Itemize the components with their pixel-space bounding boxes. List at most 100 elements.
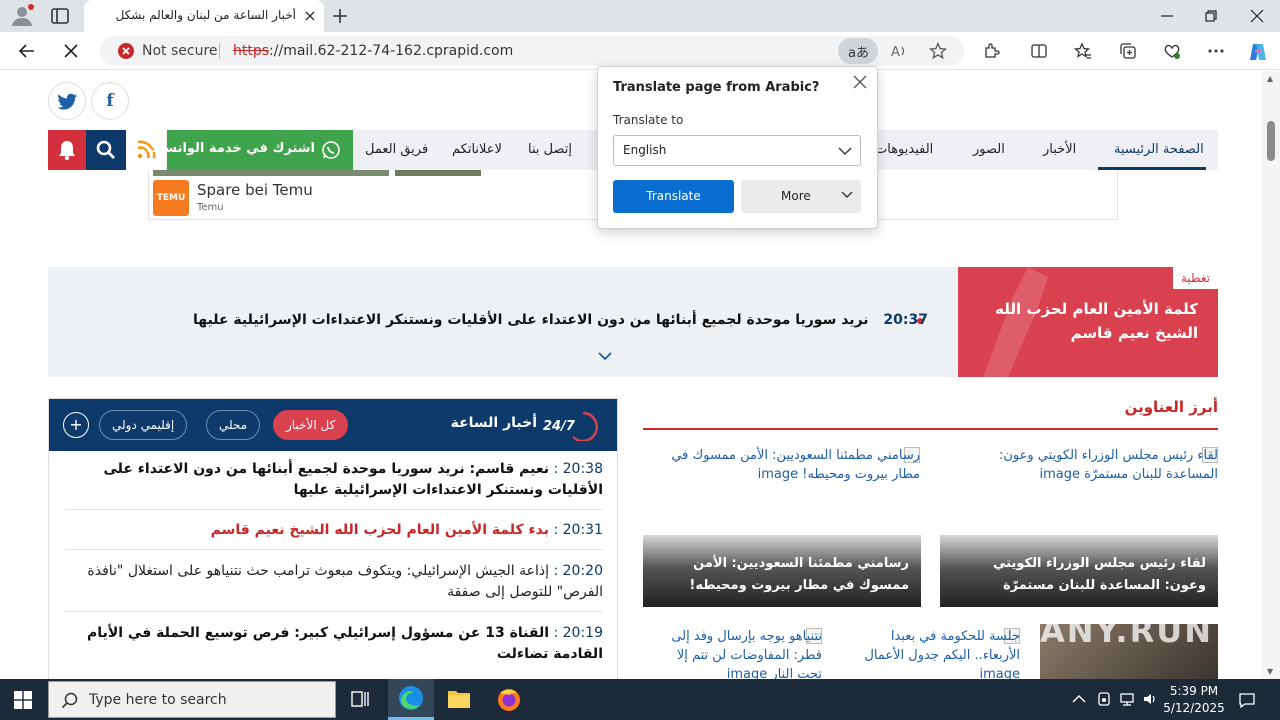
filter-regional-international[interactable]: إقليمي دولي [99, 410, 188, 440]
firefox-taskbar-button[interactable] [486, 679, 532, 720]
close-icon[interactable] [853, 75, 867, 89]
clock-time: 5:39 PM [1169, 684, 1219, 698]
edge-taskbar-button[interactable] [388, 679, 434, 720]
active-tab[interactable]: أخبار الساعة من لبنان والعالم بشكل [84, 0, 324, 32]
filter-local[interactable]: محلي [206, 410, 261, 440]
headline-image-alt[interactable]: نتنياهو يوجه بإرسال وفد إلى قطر: المفاوض… [650, 627, 822, 679]
firefox-icon [498, 689, 520, 711]
new-tab-icon[interactable] [332, 8, 348, 24]
tray-device-icon[interactable] [1096, 691, 1112, 707]
extensions-icon[interactable] [982, 42, 1000, 60]
translate-to-label: Translate to [613, 113, 684, 127]
svg-text:24/7: 24/7 [543, 419, 576, 434]
headline-image-alt[interactable]: جلسة للحكومة في بعبدا الأربعاء.. اليكم ج… [850, 627, 1020, 679]
favorites-icon[interactable] [1074, 42, 1092, 60]
restore-icon[interactable] [1204, 9, 1218, 23]
ticker-text: نريد سوريا موحدة لجميع أبنائها من دون ال… [193, 312, 869, 328]
read-aloud-icon[interactable]: A [890, 42, 908, 60]
live-news-item[interactable]: 20:20 : إذاعة الجيش الإسرائيلي: ويتكوف م… [65, 561, 603, 612]
minimize-icon[interactable] [1160, 9, 1174, 23]
windows-start-icon[interactable] [14, 691, 32, 709]
coverage-banner[interactable]: تغطية كلمة الأمين العام لحزب الله الشيخ … [958, 267, 1218, 377]
coverage-tag: تغطية [1172, 267, 1218, 289]
nav-photos[interactable]: الصور [973, 142, 1005, 157]
url-text[interactable]: https://mail.62-212-74-162.cprapid.com [233, 43, 513, 59]
profile-badge [28, 4, 34, 10]
notifications-button[interactable] [48, 130, 86, 170]
news-time: 20:38 [562, 461, 603, 477]
live-news-item[interactable]: 20:19 : القناة 13 عن مسؤول إسرائيلي كبير… [65, 623, 603, 673]
tab-title: أخبار الساعة من لبنان والعالم بشكل [115, 8, 296, 22]
language-select[interactable]: English [613, 135, 861, 166]
page-scrollbar[interactable]: ▲ ▼ [1262, 71, 1280, 679]
headline-card-title: رسامني مطمئنا السعوديين: الأمن ممسوك في … [689, 556, 909, 593]
chevron-down-icon [841, 191, 853, 198]
news-text: نعيم قاسم: نريد سوريا موحدة لجميع أبنائه… [103, 461, 603, 498]
browser-essentials-icon[interactable] [1163, 42, 1181, 60]
svg-text:A: A [891, 45, 900, 60]
facebook-button[interactable]: f [91, 82, 129, 120]
nav-home[interactable]: الصفحة الرئيسية [1114, 142, 1204, 157]
system-clock[interactable]: 5:39 PM 5/12/2025 [1156, 683, 1232, 717]
whatsapp-label: اشترك في خدمة الواتساب [146, 141, 315, 156]
live-news-item[interactable]: 20:31 : بدء كلمة الأمين العام لحزب الله … [65, 520, 603, 550]
top-headlines-title: أبرز العناوين [1124, 398, 1218, 416]
taskbar-search-box[interactable]: Type here to search [48, 681, 336, 718]
search-button[interactable] [86, 130, 126, 170]
translate-glyph: aあ [848, 46, 869, 61]
translate-button[interactable]: Translate [613, 180, 734, 213]
address-bar[interactable]: Not secure https://mail.62-212-74-162.cp… [100, 36, 964, 66]
more-options-button[interactable]: More [741, 180, 861, 213]
browser-toolbar: Not secure https://mail.62-212-74-162.cp… [0, 32, 1280, 70]
not-secure-label[interactable]: Not secure [142, 43, 218, 59]
headline-image-alt[interactable]: لقاء رئيس مجلس الوزراء الكويتي وعون: الم… [960, 446, 1218, 484]
whatsapp-subscribe-button[interactable]: اشترك في خدمة الواتساب [146, 130, 353, 170]
nav-advertise[interactable]: لاعلاناتكم [452, 142, 502, 157]
news-text: بدء كلمة الأمين العام لحزب الله الشيخ نع… [210, 522, 550, 538]
chevron-down-icon[interactable] [598, 351, 612, 361]
copilot-icon[interactable] [1247, 41, 1269, 63]
twitter-button[interactable] [48, 82, 86, 120]
headline-image-alt[interactable]: رسامني مطمئنا السعوديين: الأمن ممسوك في … [643, 446, 920, 484]
split-screen-icon[interactable] [1030, 42, 1048, 60]
news-time: 20:31 [562, 522, 603, 538]
expand-button[interactable]: + [63, 412, 89, 438]
breaking-news-ticker[interactable]: 20:37 نريد سوريا موحدة لجميع أبنائها من … [48, 267, 958, 377]
ticker-headline[interactable]: 20:37 نريد سوريا موحدة لجميع أبنائها من … [193, 312, 928, 328]
collections-icon[interactable] [1119, 42, 1137, 60]
nav-videos[interactable]: الفيديوهات [875, 142, 933, 157]
nav-contact[interactable]: إتصل بنا [528, 142, 572, 157]
filter-all-news[interactable]: كل الأخبار [273, 410, 349, 440]
notification-center-icon[interactable] [1238, 691, 1256, 709]
close-window-icon[interactable] [1250, 9, 1264, 23]
facebook-icon: f [106, 91, 114, 111]
edge-icon [399, 686, 423, 710]
tray-chevron-up-icon[interactable] [1071, 691, 1087, 707]
live-news-item[interactable]: 20:38 : نعيم قاسم: نريد سوريا موحدة لجمي… [65, 459, 603, 510]
headline-card[interactable]: رسامني مطمئنا السعوديين: الأمن ممسوك في … [643, 535, 921, 607]
favorite-star-icon[interactable] [929, 42, 947, 60]
more-menu-icon[interactable] [1207, 42, 1225, 60]
task-view-button[interactable] [337, 679, 383, 720]
twitter-icon [58, 93, 77, 110]
nav-team[interactable]: فريق العمل [365, 142, 428, 157]
file-explorer-button[interactable] [436, 679, 482, 720]
headline-card[interactable]: لقاء رئيس مجلس الوزراء الكويتي وعون: الم… [940, 535, 1218, 607]
nav-news[interactable]: الأخبار [1043, 142, 1076, 157]
more-label: More [781, 189, 811, 203]
live-news-header: + إقليمي دولي محلي كل الأخبار أخبار السا… [49, 399, 617, 451]
tab-actions-icon[interactable] [50, 7, 70, 25]
close-tab-icon[interactable] [304, 10, 316, 22]
news-text: إذاعة الجيش الإسرائيلي: ويتكوف مبعوث ترا… [87, 563, 603, 600]
scroll-up-arrow[interactable]: ▲ [1267, 74, 1273, 83]
stop-loading-icon[interactable] [62, 42, 80, 60]
scrollbar-thumb[interactable] [1267, 121, 1275, 161]
back-arrow-icon[interactable] [18, 42, 36, 60]
translate-icon[interactable]: aあ [838, 38, 878, 64]
scroll-down-arrow[interactable]: ▼ [1267, 667, 1273, 676]
search-icon [96, 140, 115, 159]
live-news-panel: + إقليمي دولي محلي كل الأخبار أخبار السا… [48, 398, 618, 679]
network-icon[interactable] [1119, 691, 1135, 707]
translate-popup-title: Translate page from Arabic? [613, 80, 820, 95]
headline-card-title: لقاء رئيس مجلس الوزراء الكويتي وعون: الم… [993, 556, 1206, 593]
